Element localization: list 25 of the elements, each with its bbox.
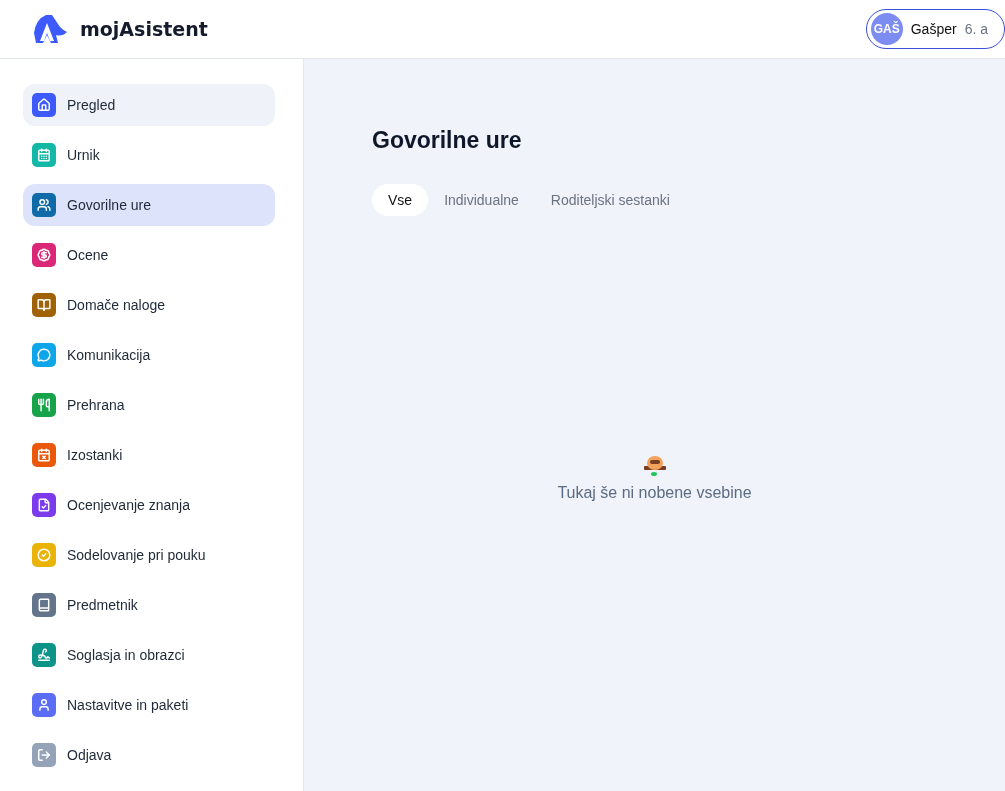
filter-tab[interactable]: Roditeljski sestanki xyxy=(534,184,686,216)
sidebar-item[interactable]: Pregled xyxy=(23,84,275,126)
filter-tab[interactable]: Individualne xyxy=(428,184,535,216)
user-name: Gašper xyxy=(910,21,957,37)
user-avatar: GAŠ xyxy=(870,13,903,45)
user-class: 6. a xyxy=(964,21,988,37)
sidebar-item[interactable]: Nastavitve in paketi xyxy=(23,684,275,726)
brand-name: mojAsistent xyxy=(80,18,208,40)
sidebar-item[interactable]: Prehrana xyxy=(23,384,275,426)
sidebar-item[interactable]: Soglasja in obrazci xyxy=(23,634,275,676)
sidebar-item[interactable]: Izostanki xyxy=(23,434,275,476)
sidebar-item[interactable]: Predmetnik xyxy=(23,584,275,626)
page-title: Govorilne ure xyxy=(372,127,523,154)
sidebar-item[interactable]: Komunikacija xyxy=(23,334,275,376)
sidebar-item[interactable]: Ocenjevanje znanja xyxy=(23,484,275,526)
filter-tab[interactable]: Vse xyxy=(372,184,429,216)
sidebar-item[interactable]: Sodelovanje pri pouku xyxy=(23,534,275,576)
sidebar-item[interactable]: Domače naloge xyxy=(23,284,275,326)
sidebar-item[interactable]: Odjava xyxy=(23,734,275,776)
empty-state-illustration xyxy=(641,454,668,478)
sidebar-item[interactable]: Govorilne ure xyxy=(23,184,275,226)
empty-state-message: Tukaj še ni nobene vsebine xyxy=(557,484,752,502)
sidebar-item[interactable]: Urnik xyxy=(23,134,275,176)
sidebar-item[interactable]: Ocene xyxy=(23,234,275,276)
user-menu-button[interactable]: GAŠ Gašper 6. a xyxy=(865,9,1005,49)
